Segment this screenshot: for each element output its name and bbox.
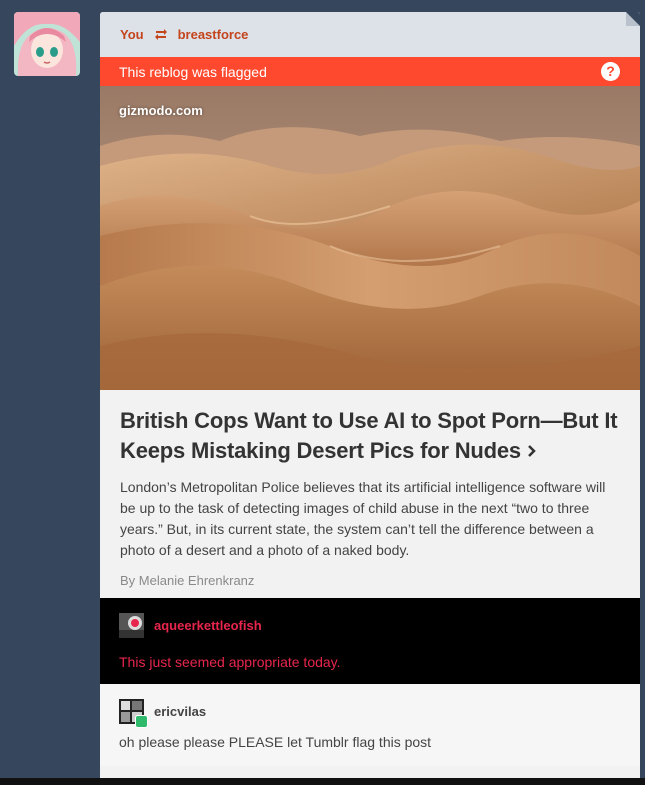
reblog-post: You breastforce This reblog was flagged … xyxy=(100,12,640,778)
link-source: gizmodo.com xyxy=(119,103,203,118)
link-title-text[interactable]: British Cops Want to Use AI to Spot Porn… xyxy=(120,408,618,463)
trail-item: aqueerkettleofish This just seemed appro… xyxy=(100,598,640,684)
trail-item: ericvilas oh please please PLEASE let Tu… xyxy=(100,684,640,766)
reblog-icon xyxy=(154,28,168,41)
reblogged-from-user[interactable]: breastforce xyxy=(178,27,249,42)
trail-avatar[interactable] xyxy=(119,613,144,638)
trail-avatar[interactable] xyxy=(119,699,148,728)
trail-username[interactable]: aqueerkettleofish xyxy=(154,618,262,633)
blog-avatar[interactable] xyxy=(14,12,80,76)
trail-text: oh please please PLEASE let Tumblr flag … xyxy=(119,734,432,750)
link-title[interactable]: British Cops Want to Use AI to Spot Porn… xyxy=(120,406,620,467)
flagged-text: This reblog was flagged xyxy=(119,63,267,80)
post-header: You breastforce xyxy=(100,12,640,57)
trail-text: This just seemed appropriate today. xyxy=(119,654,341,670)
link-byline: By Melanie Ehrenkranz xyxy=(120,573,255,588)
flagged-banner: This reblog was flagged ? xyxy=(100,57,640,86)
link-image[interactable]: gizmodo.com xyxy=(100,86,640,390)
window-bottom-edge xyxy=(0,778,645,785)
trail-username[interactable]: ericvilas xyxy=(154,704,206,719)
follow-badge-icon[interactable] xyxy=(135,715,148,728)
post-author[interactable]: You xyxy=(120,27,144,42)
link-excerpt: London’s Metropolitan Police believes th… xyxy=(120,479,606,558)
help-icon[interactable]: ? xyxy=(601,62,620,81)
post-corner-fold xyxy=(626,12,640,26)
link-card-body[interactable]: British Cops Want to Use AI to Spot Porn… xyxy=(100,390,640,598)
chevron-right-icon xyxy=(527,437,537,467)
